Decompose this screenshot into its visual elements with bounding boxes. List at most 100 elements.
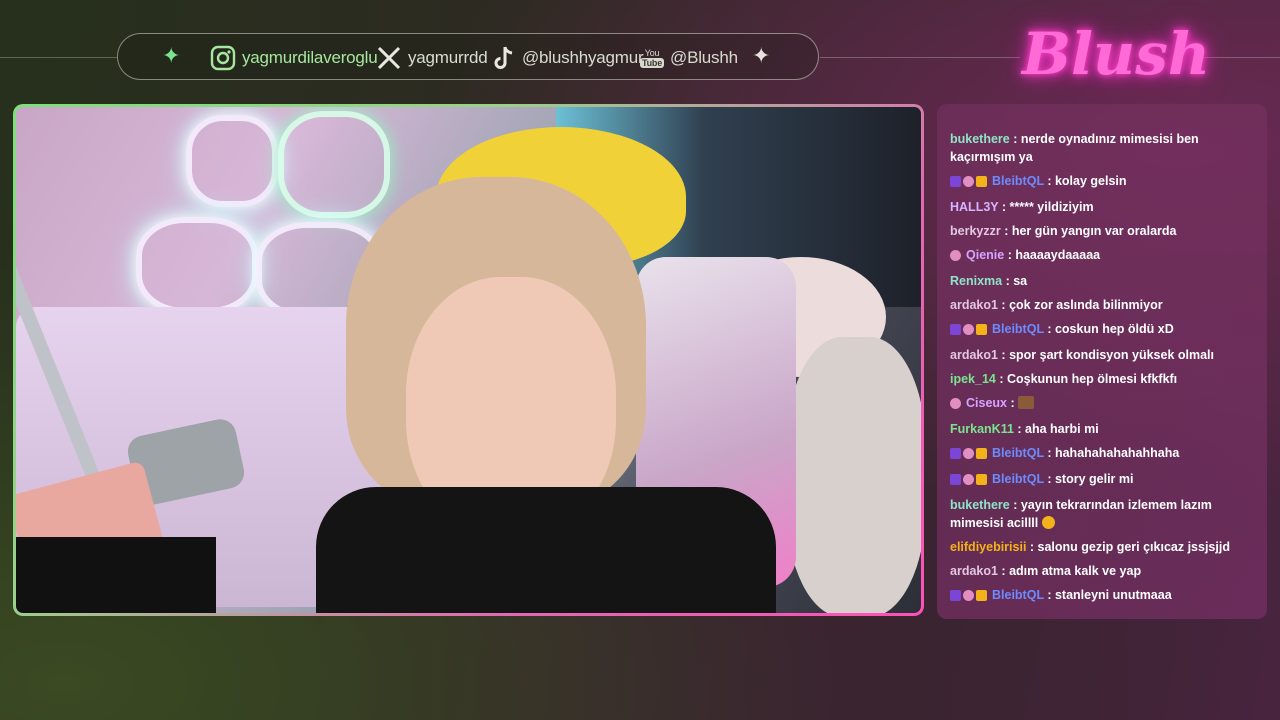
chat-message: FurkanK11 : aha harbi mi	[950, 420, 1257, 438]
desk	[16, 537, 216, 613]
user-badges	[950, 446, 989, 464]
chat-message: Renixma : sa	[950, 272, 1257, 290]
crown-badge-icon	[976, 474, 987, 485]
chat-partial-message	[950, 114, 953, 122]
chat-message: ipek_14 : Coşkunun hep ölmesi kfkfkfı	[950, 370, 1257, 388]
chat-username[interactable]: bukethere	[950, 498, 1010, 512]
chat-username[interactable]: Ciseux	[966, 396, 1007, 410]
chat-message: HALL3Y : ***** yildiziyim	[950, 198, 1257, 216]
chat-separator: :	[1043, 174, 1055, 188]
chat-text: story gelir mi	[1054, 472, 1134, 486]
instagram-handle[interactable]: yagmurdilaveroglu	[210, 34, 378, 81]
youtube-handle[interactable]: You Tube @Blushh	[640, 34, 738, 81]
tiktok-username: @blushhyagmur	[522, 47, 644, 67]
chat-separator: :	[1043, 446, 1055, 460]
chat-username[interactable]: FurkanK11	[950, 422, 1014, 436]
chat-text: Coşkunun hep ölmesi kfkfkfı	[1006, 372, 1178, 386]
user-badges	[950, 322, 989, 340]
chat-text: salonu gezip geri çıkıcaz jssjsjjd	[1037, 540, 1230, 554]
chat-message: ardako1 : spor şart kondisyon yüksek olm…	[950, 346, 1257, 364]
chat-username[interactable]: ardako1	[950, 348, 998, 362]
chat-text: stanleyni unutmaaa	[1054, 588, 1172, 602]
chat-username[interactable]: BleibtQL	[992, 174, 1044, 188]
crown-badge-icon	[976, 448, 987, 459]
chat-separator: :	[1007, 396, 1019, 410]
chat-text: haaaaydaaaaa	[1015, 248, 1101, 262]
chat-separator: :	[1002, 274, 1014, 288]
chat-separator: :	[1043, 588, 1055, 602]
chat-message: BleibtQL : coskun hep öldü xD	[950, 320, 1257, 340]
chat-message: Ciseux :	[950, 394, 1257, 414]
neon-sign	[186, 115, 278, 207]
chat-text: çok zor aslında bilinmiyor	[1009, 298, 1163, 312]
divider-middle	[820, 57, 1020, 58]
chat-message: BleibtQL : stanleyni unutmaaa	[950, 586, 1257, 606]
chat-panel[interactable]: bukethere : nerde oynadınız mimesisi ben…	[937, 104, 1267, 619]
purple-badge-icon	[950, 590, 961, 601]
chat-message: berkyzzr : her gün yangın var oralarda	[950, 222, 1257, 240]
vip-badge-icon	[963, 474, 974, 485]
chat-username[interactable]: ardako1	[950, 564, 998, 578]
streamer-shirt	[316, 487, 776, 613]
chat-username[interactable]: HALL3Y	[950, 200, 998, 214]
youtube-icon-label-bottom: Tube	[640, 57, 665, 68]
chat-message: BleibtQL : hahahahahahahhaha	[950, 444, 1257, 464]
youtube-username: @Blushh	[670, 47, 738, 67]
neon-sign	[278, 111, 390, 218]
x-username: yagmurrdd	[408, 47, 488, 67]
chat-username[interactable]: ipek_14	[950, 372, 996, 386]
chat-message: bukethere : yayın tekrarından izlemem la…	[950, 496, 1257, 532]
crown-badge-icon	[976, 590, 987, 601]
instagram-icon	[210, 45, 236, 71]
vip-badge-icon	[963, 448, 974, 459]
neon-sign	[136, 217, 258, 314]
chat-username[interactable]: BleibtQL	[992, 588, 1044, 602]
chat-username[interactable]: BleibtQL	[992, 446, 1044, 460]
vip-badge-icon	[963, 324, 974, 335]
crown-badge-icon	[976, 176, 987, 187]
chat-text: adım atma kalk ve yap	[1009, 564, 1142, 578]
chat-separator: :	[1009, 132, 1021, 146]
purple-badge-icon	[950, 324, 961, 335]
chat-separator: :	[995, 372, 1007, 386]
chat-message: bukethere : nerde oynadınız mimesisi ben…	[950, 130, 1257, 166]
chat-text: spor şart kondisyon yüksek olmalı	[1009, 348, 1214, 362]
chat-username[interactable]: bukethere	[950, 132, 1010, 146]
x-handle[interactable]: yagmurrdd	[376, 34, 488, 81]
chat-text: ***** yildiziyim	[1009, 200, 1094, 214]
chat-text: hahahahahahahhaha	[1054, 446, 1180, 460]
plush-toy	[786, 337, 921, 613]
chat-separator: :	[1009, 498, 1021, 512]
youtube-icon-label-top: You	[644, 47, 660, 58]
chat-username[interactable]: Qienie	[966, 248, 1004, 262]
chat-username[interactable]: BleibtQL	[992, 322, 1044, 336]
chat-separator: :	[1043, 472, 1055, 486]
chat-message: BleibtQL : kolay gelsin	[950, 172, 1257, 192]
vip-badge-icon	[950, 250, 961, 261]
social-bar: ✦ yagmurdilaveroglu yagmurrdd @blushhyag…	[117, 33, 819, 80]
purple-badge-icon	[950, 474, 961, 485]
purple-badge-icon	[950, 176, 961, 187]
emote-icon	[1018, 396, 1035, 409]
webcam-video[interactable]	[16, 107, 921, 613]
user-badges	[950, 472, 989, 490]
chat-text: aha harbi mi	[1025, 422, 1099, 436]
chat-username[interactable]: BleibtQL	[992, 472, 1044, 486]
chat-separator: :	[1013, 422, 1026, 436]
divider-right	[1200, 57, 1280, 58]
webcam-frame	[13, 104, 924, 616]
chat-username[interactable]: ardako1	[950, 298, 998, 312]
tiktok-icon	[492, 45, 516, 71]
chat-separator: :	[997, 564, 1010, 578]
user-badges	[950, 174, 989, 192]
chat-separator: :	[1004, 248, 1016, 262]
sparkle-icon: ✦	[752, 43, 771, 68]
tiktok-handle[interactable]: @blushhyagmur	[492, 34, 644, 81]
vip-badge-icon	[963, 176, 974, 187]
chat-username[interactable]: Renixma	[950, 274, 1002, 288]
chat-text: kolay gelsin	[1054, 174, 1127, 188]
chat-text: coskun hep öldü xD	[1054, 322, 1174, 336]
chat-message: ardako1 : adım atma kalk ve yap	[950, 562, 1257, 580]
chat-username[interactable]: berkyzzr	[950, 224, 1001, 238]
chat-username[interactable]: elifdiyebirisii	[950, 540, 1026, 554]
